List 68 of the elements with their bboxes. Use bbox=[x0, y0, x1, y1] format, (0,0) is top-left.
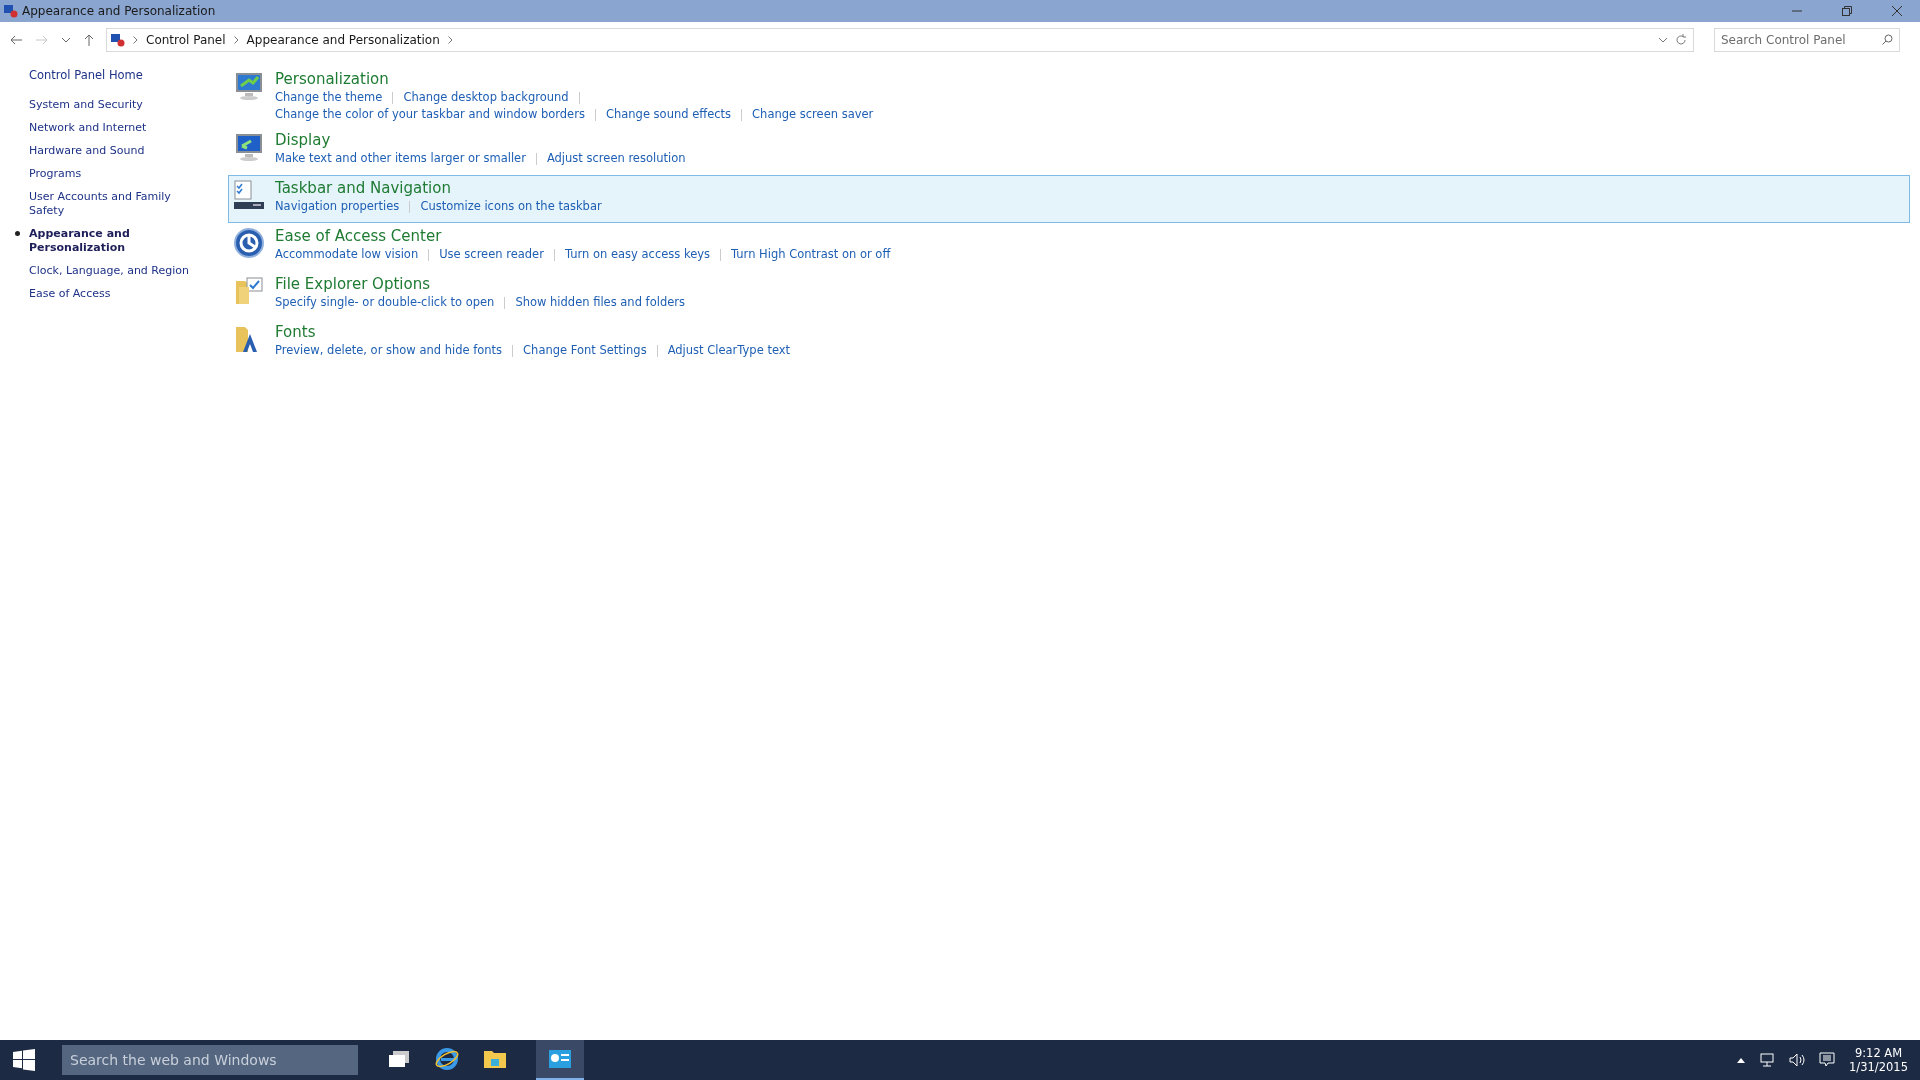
category-title[interactable]: File Explorer Options bbox=[275, 275, 430, 294]
sidebar-item[interactable]: Appearance and Personalization bbox=[13, 227, 200, 255]
task-link[interactable]: Make text and other items larger or smaller bbox=[275, 150, 526, 167]
volume-icon[interactable] bbox=[1789, 1053, 1806, 1067]
task-link[interactable]: Change desktop background bbox=[403, 89, 569, 106]
task-link[interactable]: Adjust ClearType text bbox=[667, 342, 791, 359]
folder-icon bbox=[233, 275, 265, 307]
restore-icon bbox=[1842, 6, 1852, 16]
clock-date[interactable]: 1/31/2015 bbox=[1849, 1060, 1908, 1074]
monitor-icon bbox=[233, 131, 265, 163]
category-title[interactable]: Personalization bbox=[275, 70, 389, 89]
search-field[interactable]: Search Control Panel bbox=[1714, 28, 1900, 52]
up-button[interactable] bbox=[82, 32, 96, 48]
task-link[interactable]: Show hidden files and folders bbox=[515, 294, 685, 311]
task-link[interactable]: Change sound effects bbox=[605, 106, 732, 123]
task-link[interactable]: Change the theme bbox=[275, 89, 383, 106]
control-panel-icon bbox=[111, 33, 125, 47]
control-panel-icon bbox=[4, 4, 18, 18]
category-title[interactable]: Ease of Access Center bbox=[275, 227, 442, 246]
category-title[interactable]: Taskbar and Navigation bbox=[275, 179, 451, 198]
folder-icon bbox=[483, 1049, 507, 1069]
task-view-icon bbox=[388, 1050, 410, 1068]
sidebar-item[interactable]: System and Security bbox=[13, 98, 200, 112]
network-icon[interactable] bbox=[1759, 1053, 1776, 1067]
task-link[interactable]: Change Font Settings bbox=[523, 342, 647, 359]
sidebar-item[interactable]: Ease of Access bbox=[13, 287, 200, 301]
task-link[interactable]: Change screen saver bbox=[752, 106, 874, 123]
clock-time[interactable]: 9:12 AM bbox=[1854, 1046, 1903, 1060]
task-link[interactable]: Specify single- or double-click to open bbox=[275, 294, 495, 311]
sidebar-item[interactable]: Programs bbox=[13, 167, 200, 181]
windows-logo-icon bbox=[13, 1049, 35, 1071]
task-link[interactable]: Customize icons on the taskbar bbox=[420, 198, 602, 215]
task-link[interactable]: Turn High Contrast on or off bbox=[731, 246, 891, 263]
address-bar[interactable]: Control Panel Appearance and Personalization bbox=[106, 28, 1694, 52]
window-title: Appearance and Personalization bbox=[22, 4, 217, 18]
sidebar-item[interactable]: User Accounts and Family Safety bbox=[13, 190, 200, 218]
close-icon bbox=[1892, 6, 1902, 16]
notification-icon[interactable] bbox=[1819, 1052, 1836, 1068]
control-panel-icon bbox=[548, 1049, 572, 1069]
search-icon[interactable] bbox=[1882, 34, 1893, 45]
chevron-icon bbox=[233, 36, 239, 44]
breadcrumb-item[interactable]: Appearance and Personalization bbox=[246, 33, 440, 47]
sidebar-item[interactable]: Clock, Language, and Region bbox=[13, 264, 200, 278]
taskbar-search-field[interactable]: Search the web and Windows bbox=[62, 1045, 358, 1075]
browser-icon bbox=[435, 1047, 459, 1071]
taskbar-app-button[interactable] bbox=[536, 1040, 584, 1080]
task-link[interactable]: Use screen reader bbox=[439, 246, 544, 263]
taskbar-icon bbox=[233, 179, 265, 211]
monitor-icon bbox=[233, 70, 265, 102]
sidebar-link[interactable]: Control Panel Home bbox=[29, 68, 200, 82]
refresh-icon[interactable] bbox=[1675, 34, 1687, 46]
task-link[interactable]: Accommodate low vision bbox=[275, 246, 419, 263]
caret-icon[interactable] bbox=[1737, 1057, 1746, 1063]
recent-locations-button[interactable] bbox=[60, 35, 72, 45]
chevron-icon bbox=[133, 36, 138, 44]
task-link[interactable]: Navigation properties bbox=[275, 198, 400, 215]
task-link[interactable]: Preview, delete, or show and hide fonts bbox=[275, 342, 503, 359]
category-title[interactable]: Fonts bbox=[275, 323, 316, 342]
task-link[interactable]: Change the color of your taskbar and window borders bbox=[275, 106, 585, 123]
sidebar-item[interactable]: Network and Internet bbox=[13, 121, 200, 135]
sidebar-item[interactable]: Hardware and Sound bbox=[13, 144, 200, 158]
task-link[interactable]: Adjust screen resolution bbox=[546, 150, 686, 167]
task-link[interactable]: Turn on easy access keys bbox=[564, 246, 711, 263]
dropdown-icon[interactable] bbox=[1659, 37, 1667, 43]
breadcrumb-item[interactable]: Control Panel bbox=[146, 33, 226, 47]
category-title[interactable]: Display bbox=[275, 131, 331, 150]
chevron-icon bbox=[447, 36, 453, 44]
back-button[interactable] bbox=[8, 33, 24, 47]
